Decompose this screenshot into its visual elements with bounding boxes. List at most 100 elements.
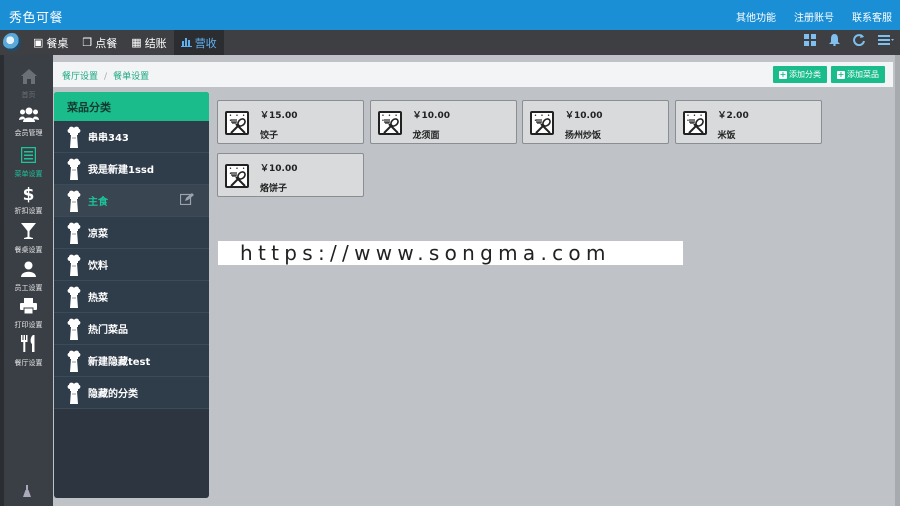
edit-icon[interactable] — [179, 193, 194, 208]
left-sidebar: 首页 会员管理 菜单设置 $ 折扣设置 餐桌设置 员工设置 打印设置 餐厅设置 — [0, 55, 53, 506]
category-item-label: 新建隐藏test — [88, 357, 151, 368]
dish-name: 米饭 — [717, 131, 736, 141]
utensils-icon — [4, 335, 53, 357]
dollar-icon: $ — [22, 185, 35, 205]
sidebar-item-label: 首页 — [21, 91, 36, 99]
dish-utensils-icon: • • • • — [530, 111, 554, 135]
bar-chart-icon — [180, 37, 192, 49]
dish-card[interactable]: • • • • ￥10.00 烙饼子 — [217, 153, 364, 197]
add-category-button[interactable]: + 添加分类 — [773, 66, 827, 83]
top-link-other-functions[interactable]: 其他功能 — [736, 9, 776, 24]
logo-icon — [3, 33, 21, 51]
dish-name: 烙饼子 — [260, 184, 288, 194]
nav-tab-tables[interactable]: ▣ 餐桌 — [26, 30, 75, 55]
home-icon — [4, 69, 53, 89]
category-item[interactable]: 主食 — [54, 185, 209, 217]
dish-price: ￥10.00 — [565, 111, 603, 121]
right-edge-strip — [895, 55, 900, 506]
dish-price: ￥10.00 — [412, 111, 450, 121]
action-buttons: + 添加分类 + 添加菜品 — [773, 66, 885, 83]
sidebar-item-label: 餐厅设置 — [14, 359, 43, 367]
chef-hat-icon — [63, 382, 85, 404]
chef-hat-icon — [63, 222, 85, 244]
sidebar-item-discount[interactable]: $ 折扣设置 — [4, 185, 53, 216]
nav-tabs: ▣ 餐桌 ❒ 点餐 ▦ 结账 营收 — [26, 30, 224, 55]
category-item[interactable]: 我是新建1ssd — [54, 153, 209, 185]
nav-icons — [804, 34, 894, 51]
dish-card[interactable]: • • • • ￥15.00 饺子 — [217, 100, 364, 144]
sidebar-item-table-settings[interactable]: 餐桌设置 — [4, 223, 53, 255]
menu-list-icon[interactable] — [878, 34, 894, 51]
nav-tab-order[interactable]: ❒ 点餐 — [75, 30, 124, 55]
cocktail-icon — [4, 223, 53, 244]
table-icon: ▣ — [33, 36, 44, 49]
bell-icon[interactable] — [829, 34, 840, 51]
dish-utensils-icon: • • • • — [225, 164, 249, 188]
nav-bar: ▣ 餐桌 ❒ 点餐 ▦ 结账 营收 — [0, 30, 900, 55]
category-item[interactable]: 饮料 — [54, 249, 209, 281]
category-item[interactable]: 隐藏的分类 — [54, 377, 209, 409]
chef-hat-icon — [63, 126, 85, 148]
sidebar-item-staff[interactable]: 员工设置 — [4, 261, 53, 293]
sidebar-item-label: 会员管理 — [14, 129, 43, 137]
dish-card[interactable]: • • • • ￥10.00 扬州炒饭 — [522, 100, 669, 144]
sidebar-item-label: 打印设置 — [14, 321, 43, 329]
user-icon — [4, 261, 53, 282]
category-item[interactable]: 新建隐藏test — [54, 345, 209, 377]
menu-book-icon — [4, 146, 53, 168]
sidebar-item-label: 菜单设置 — [14, 170, 43, 178]
nav-tab-label: 餐桌 — [46, 36, 69, 50]
breadcrumb-current: 餐单设置 — [113, 72, 150, 82]
category-item[interactable]: 串串343 — [54, 121, 209, 153]
chef-hat-icon — [63, 190, 85, 212]
category-item-label: 串串343 — [88, 133, 129, 144]
nav-tab-revenue[interactable]: 营收 — [173, 30, 224, 55]
plus-icon: + — [837, 69, 845, 79]
category-item-label: 热菜 — [88, 293, 108, 304]
chef-hat-icon — [63, 350, 85, 372]
top-link-contact-support[interactable]: 联系客服 — [852, 9, 892, 24]
category-item-label: 热门菜品 — [88, 325, 128, 336]
category-panel-title: 菜品分类 — [54, 92, 209, 121]
printer-icon — [4, 298, 53, 319]
category-item-label: 我是新建1ssd — [88, 165, 155, 176]
grid-icon[interactable] — [804, 34, 816, 51]
top-link-register[interactable]: 注册账号 — [794, 9, 834, 24]
breadcrumb-bar: 餐厅设置 / 餐单设置 + 添加分类 + 添加菜品 — [53, 62, 893, 87]
category-item[interactable]: 热门菜品 — [54, 313, 209, 345]
dish-card[interactable]: • • • • ￥10.00 龙须面 — [369, 100, 517, 144]
users-icon — [4, 107, 53, 127]
nav-tab-label: 营收 — [194, 36, 217, 50]
sidebar-item-home[interactable]: 首页 — [4, 69, 53, 100]
dish-utensils-icon: • • • • — [377, 111, 402, 135]
nav-tab-checkout[interactable]: ▦ 结账 — [124, 30, 173, 55]
category-item-label: 饮料 — [88, 261, 108, 272]
top-links: 其他功能 注册账号 联系客服 — [736, 9, 892, 24]
category-item[interactable]: 热菜 — [54, 281, 209, 313]
add-dish-button[interactable]: + 添加菜品 — [831, 66, 885, 83]
refresh-icon[interactable] — [853, 34, 865, 51]
dish-price: ￥2.00 — [717, 111, 749, 121]
chef-hat-icon — [63, 254, 85, 276]
plus-icon: + — [779, 69, 787, 79]
calculator-icon: ▦ — [131, 36, 142, 49]
sidebar-item-restaurant[interactable]: 餐厅设置 — [4, 335, 53, 368]
chef-hat-icon — [63, 158, 85, 180]
category-panel: 菜品分类 串串343 我是新建1ssd 主食 凉菜饮料热菜热门菜品新建隐藏test 隐藏… — [54, 92, 209, 498]
nav-tab-label: 结账 — [144, 36, 167, 50]
sidebar-item-members[interactable]: 会员管理 — [4, 107, 53, 138]
nav-tab-label: 点餐 — [95, 36, 118, 50]
breadcrumb-root[interactable]: 餐厅设置 — [62, 72, 98, 82]
flask-icon — [23, 485, 31, 500]
sidebar-item-print[interactable]: 打印设置 — [4, 298, 53, 330]
category-item[interactable]: 凉菜 — [54, 217, 209, 249]
dish-card[interactable]: • • • • ￥2.00 米饭 — [674, 100, 822, 144]
dish-name: 饺子 — [260, 131, 279, 141]
app-title: 秀色可餐 — [9, 11, 64, 26]
breadcrumb: 餐厅设置 / 餐单设置 — [62, 69, 149, 82]
chef-hat-icon — [63, 318, 85, 340]
sidebar-item-label: 餐桌设置 — [14, 246, 43, 254]
sidebar-item-menu-settings[interactable]: 菜单设置 — [4, 146, 53, 179]
top-bar: 秀色可餐 其他功能 注册账号 联系客服 — [0, 0, 900, 30]
dish-price: ￥10.00 — [260, 164, 298, 174]
